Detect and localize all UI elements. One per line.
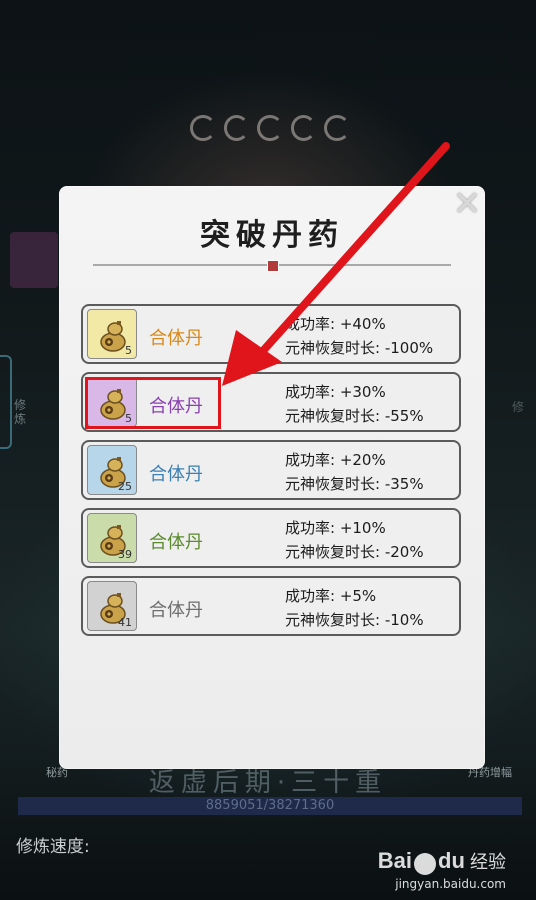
watermark-brand-b: du [438, 848, 465, 873]
watermark-cn: 经验 [470, 852, 506, 873]
baidu-watermark: Bai du 经验 jingyan.baidu.com [378, 848, 506, 891]
watermark-url: jingyan.baidu.com [395, 876, 506, 891]
annotation-arrow [222, 142, 450, 386]
paw-icon [414, 852, 437, 875]
watermark-brand-a: Bai [377, 848, 413, 873]
